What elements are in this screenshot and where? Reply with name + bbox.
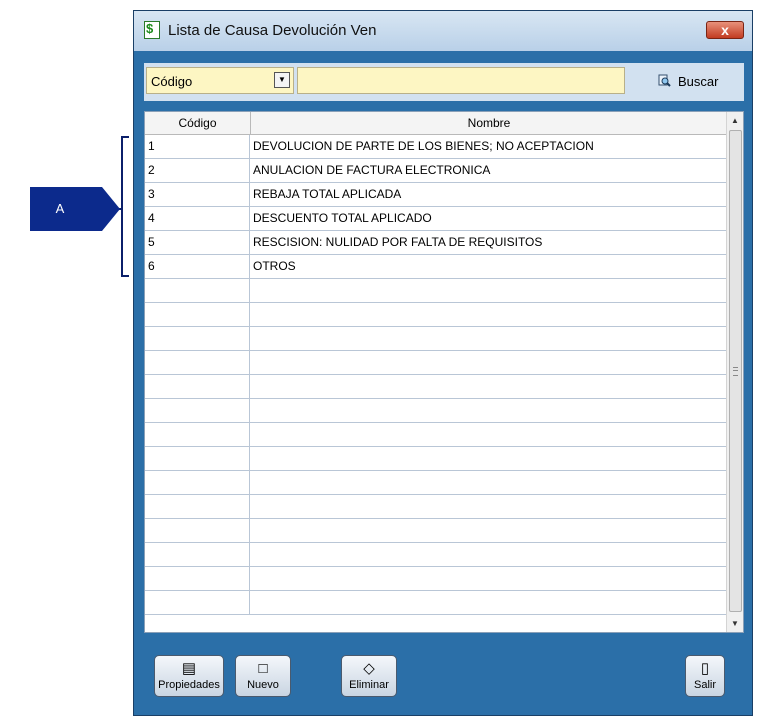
- cell-nombre: [250, 399, 728, 422]
- grid-header: Código Nombre: [145, 112, 728, 135]
- table-row[interactable]: [145, 519, 728, 543]
- table-row[interactable]: [145, 567, 728, 591]
- cell-nombre: [250, 495, 728, 518]
- scroll-up-icon[interactable]: ▲: [727, 112, 743, 129]
- search-input[interactable]: [297, 67, 625, 94]
- new-document-icon: □: [258, 660, 268, 677]
- cell-nombre: [250, 471, 728, 494]
- eraser-icon: ◇: [363, 660, 375, 677]
- table-row[interactable]: [145, 399, 728, 423]
- cell-codigo: [145, 351, 250, 374]
- close-button[interactable]: x: [706, 21, 744, 39]
- properties-button-label: Propiedades: [158, 679, 220, 691]
- data-grid: Código Nombre 1 DEVOLUCION DE PARTE DE LO…: [144, 111, 744, 633]
- table-row[interactable]: [145, 495, 728, 519]
- chevron-down-icon[interactable]: ▼: [274, 72, 290, 88]
- table-row[interactable]: [145, 471, 728, 495]
- scroll-down-icon[interactable]: ▼: [727, 615, 743, 632]
- field-select[interactable]: Código ▼: [146, 67, 294, 94]
- cell-nombre: [250, 567, 728, 590]
- table-row[interactable]: [145, 591, 728, 615]
- table-row[interactable]: [145, 423, 728, 447]
- cell-nombre: DEVOLUCION DE PARTE DE LOS BIENES; NO AC…: [253, 139, 594, 153]
- table-row[interactable]: 4 DESCUENTO TOTAL APLICADO: [145, 207, 728, 231]
- scroll-thumb[interactable]: [729, 130, 742, 612]
- exit-button-label: Salir: [693, 679, 716, 691]
- cell-nombre: [250, 351, 728, 374]
- cell-codigo: [145, 543, 250, 566]
- cell-nombre: [250, 591, 728, 614]
- cell-nombre: [250, 303, 728, 326]
- cell-nombre: [250, 375, 728, 398]
- grid-rows: 1 DEVOLUCION DE PARTE DE LOS BIENES; NO A…: [145, 135, 728, 615]
- cell-codigo: 1: [145, 135, 250, 158]
- table-row[interactable]: [145, 543, 728, 567]
- app-dollar-icon: [144, 21, 160, 39]
- table-row[interactable]: 2 ANULACION DE FACTURA ELECTRONICA: [145, 159, 728, 183]
- delete-button-label: Eliminar: [349, 679, 389, 691]
- cell-nombre: [250, 519, 728, 542]
- cell-codigo: [145, 495, 250, 518]
- field-select-value: Código: [151, 74, 193, 89]
- edit-document-icon: ▤: [181, 660, 197, 677]
- cell-codigo: [145, 519, 250, 542]
- table-row[interactable]: [145, 327, 728, 351]
- cell-codigo: [145, 423, 250, 446]
- new-button[interactable]: □ Nuevo: [235, 655, 291, 697]
- search-icon[interactable]: [658, 74, 671, 87]
- callout-arrow: [102, 187, 120, 231]
- cell-nombre: ANULACION DE FACTURA ELECTRONICA: [253, 163, 491, 177]
- cell-nombre: [250, 279, 728, 302]
- table-row[interactable]: 1 DEVOLUCION DE PARTE DE LOS BIENES; NO A…: [145, 135, 728, 159]
- cell-codigo: 2: [145, 159, 250, 182]
- scroll-grip-icon: [733, 367, 738, 376]
- search-button[interactable]: Buscar: [678, 74, 718, 89]
- cell-codigo: 3: [145, 183, 250, 206]
- table-row[interactable]: 6 OTROS: [145, 255, 728, 279]
- cell-codigo: [145, 471, 250, 494]
- cell-codigo: [145, 399, 250, 422]
- cell-codigo: [145, 447, 250, 470]
- table-row[interactable]: [145, 447, 728, 471]
- delete-button[interactable]: ◇ Eliminar: [341, 655, 397, 697]
- properties-button[interactable]: ▤ Propiedades: [154, 655, 224, 697]
- cell-codigo: 5: [145, 231, 250, 254]
- new-button-label: Nuevo: [247, 679, 279, 691]
- table-row[interactable]: [145, 351, 728, 375]
- title-bar[interactable]: Lista de Causa Devolución Ven x: [134, 11, 752, 51]
- dialog-window: Lista de Causa Devolución Ven x Código ▼…: [133, 10, 753, 716]
- cell-nombre: [250, 423, 728, 446]
- cell-nombre: RESCISION: NULIDAD POR FALTA DE REQUISIT…: [253, 235, 543, 249]
- cell-nombre: [250, 447, 728, 470]
- cell-codigo: [145, 375, 250, 398]
- cell-codigo: 4: [145, 207, 250, 230]
- cell-nombre: REBAJA TOTAL APLICADA: [253, 187, 402, 201]
- cell-codigo: [145, 303, 250, 326]
- cell-codigo: [145, 327, 250, 350]
- cell-nombre: OTROS: [253, 259, 296, 273]
- callout-label: A: [55, 201, 65, 216]
- table-row[interactable]: [145, 375, 728, 399]
- cell-nombre: [250, 327, 728, 350]
- table-row[interactable]: 3 REBAJA TOTAL APLICADA: [145, 183, 728, 207]
- column-header-codigo[interactable]: Código: [145, 112, 251, 134]
- table-row[interactable]: [145, 303, 728, 327]
- window-title: Lista de Causa Devolución Ven: [168, 22, 377, 39]
- cell-codigo: 6: [145, 255, 250, 278]
- exit-door-icon: ▯: [700, 660, 710, 677]
- cell-codigo: [145, 279, 250, 302]
- cell-codigo: [145, 591, 250, 614]
- exit-button[interactable]: ▯ Salir: [685, 655, 725, 697]
- cell-nombre: [250, 543, 728, 566]
- column-header-nombre[interactable]: Nombre: [250, 112, 728, 134]
- vertical-scrollbar[interactable]: ▲ ▼: [726, 112, 743, 632]
- table-row[interactable]: 5 RESCISION: NULIDAD POR FALTA DE REQUISI…: [145, 231, 728, 255]
- callout-bracket: [121, 136, 129, 277]
- search-toolbar: Código ▼ Buscar: [144, 63, 744, 101]
- table-row[interactable]: [145, 279, 728, 303]
- cell-nombre: DESCUENTO TOTAL APLICADO: [253, 211, 432, 225]
- cell-codigo: [145, 567, 250, 590]
